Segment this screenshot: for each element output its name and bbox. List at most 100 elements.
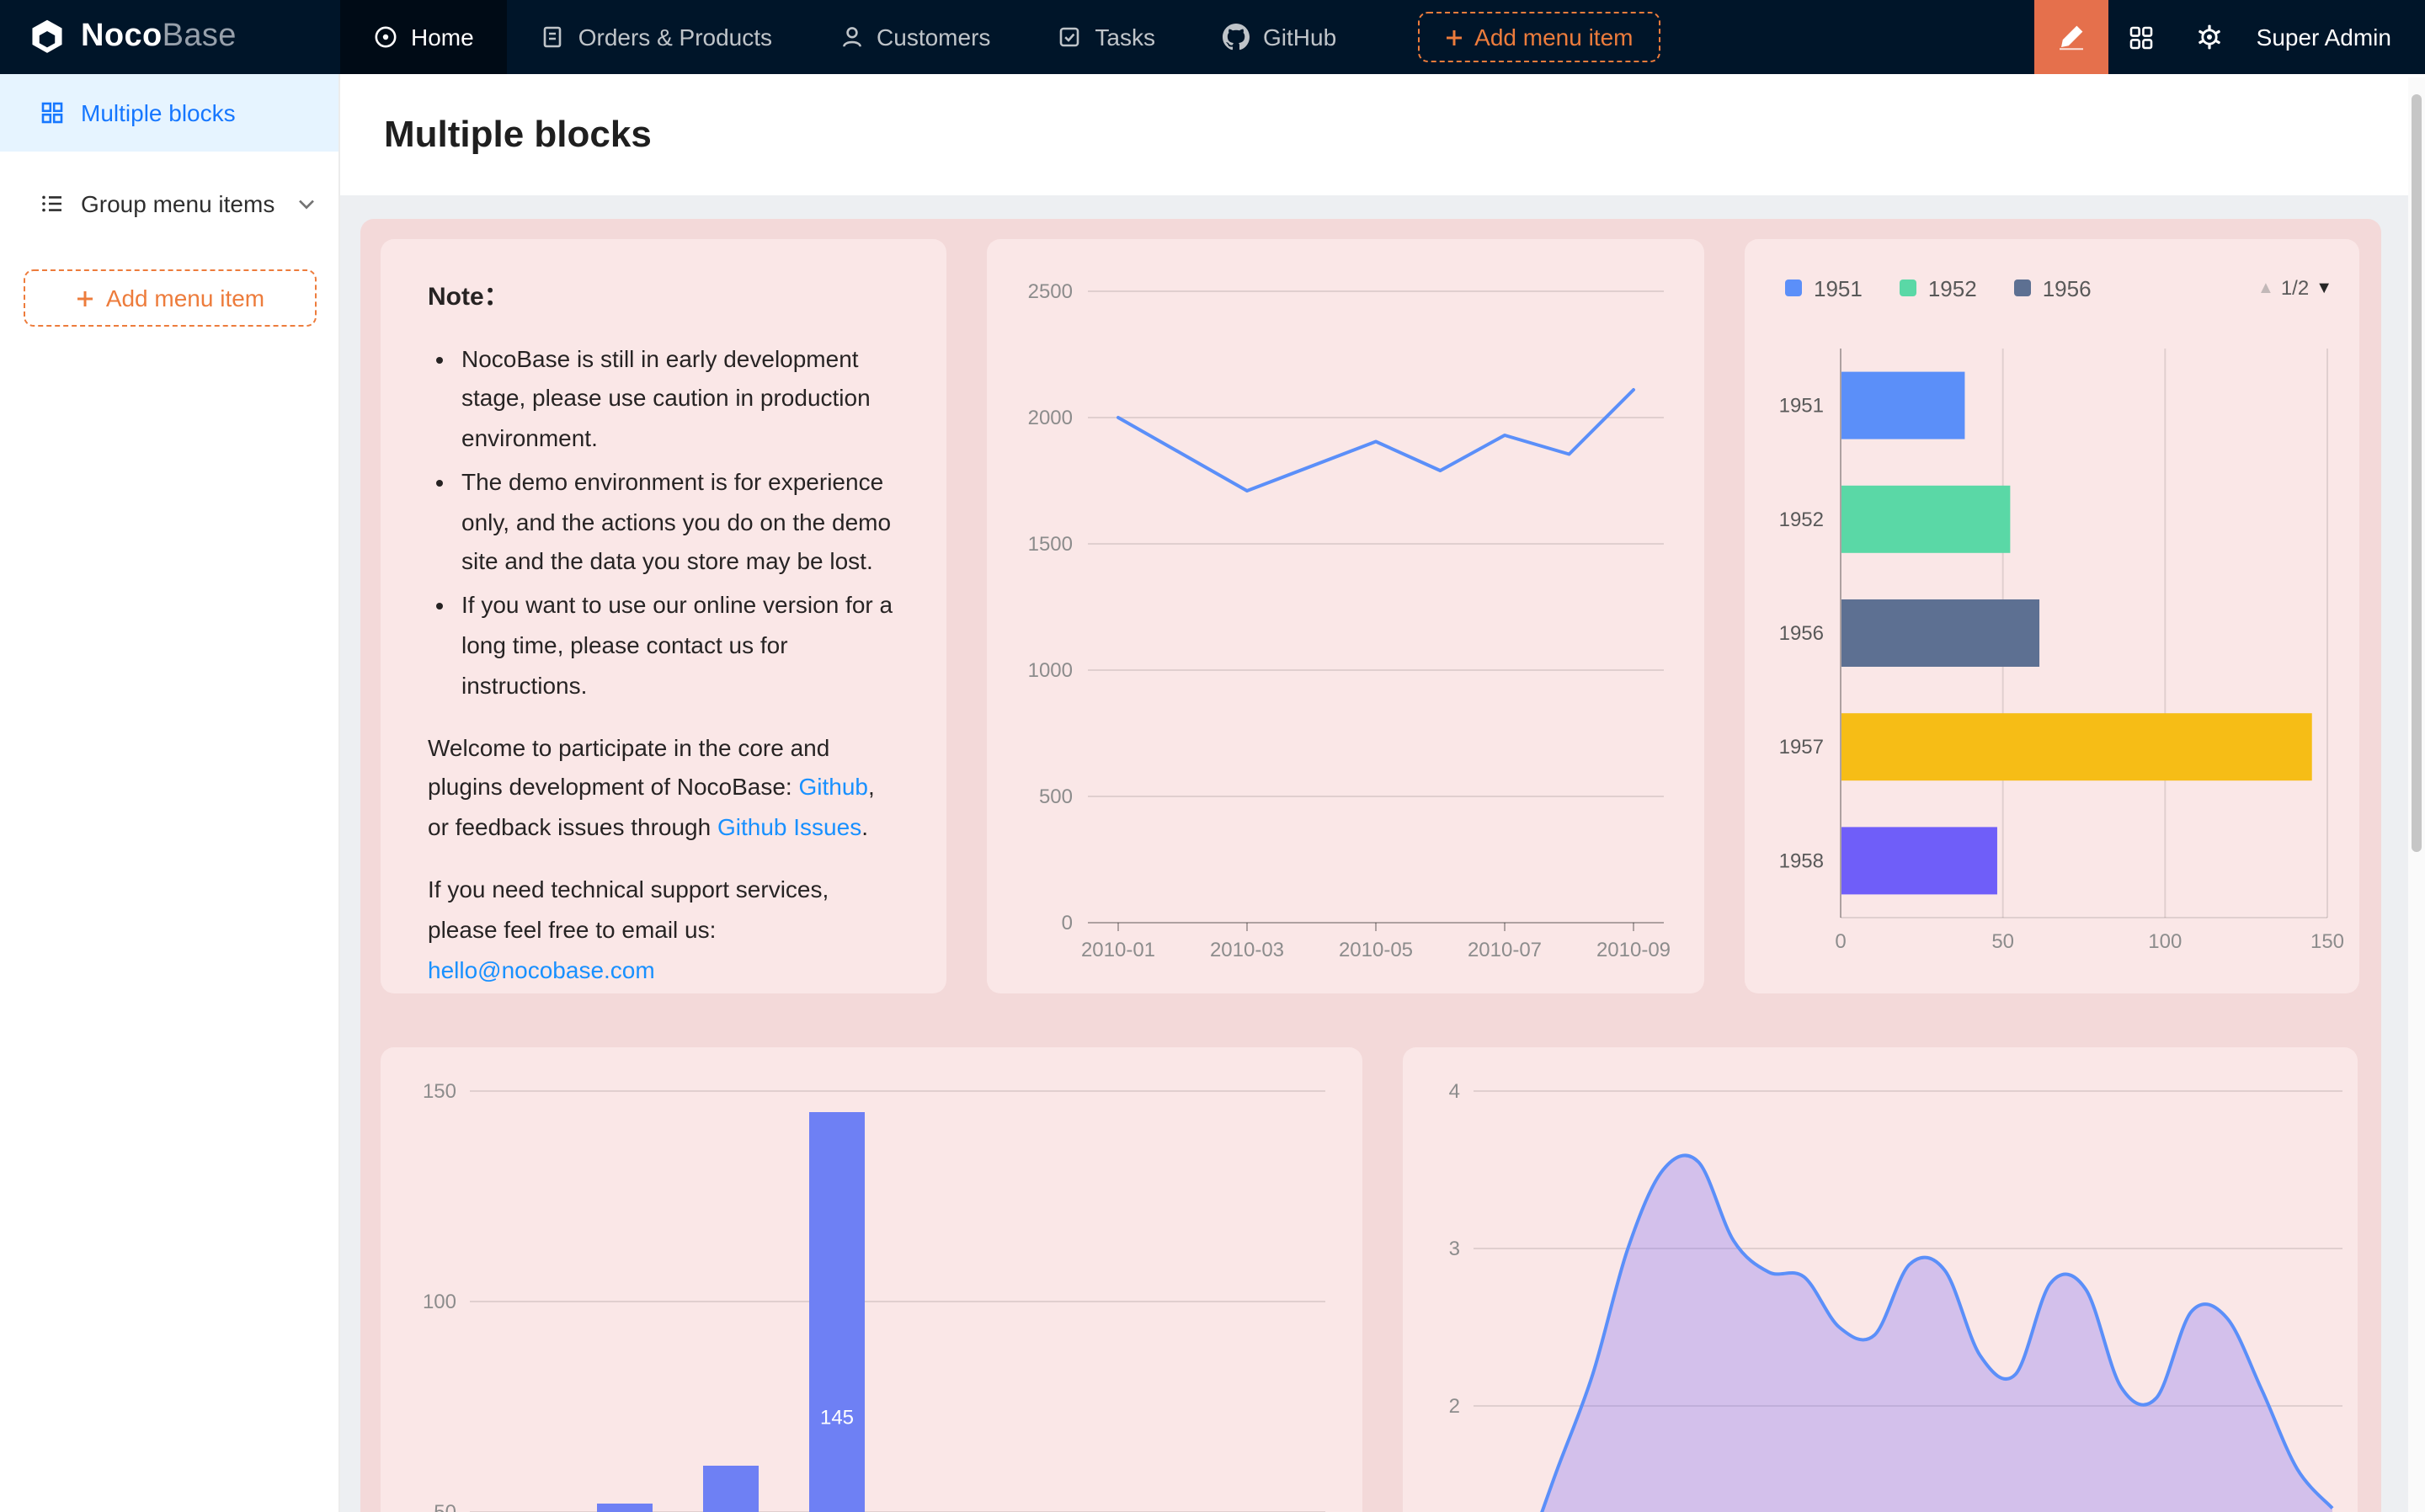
legend-swatch — [1785, 280, 1802, 296]
sidebar-item-group-menu-items[interactable]: Group menu items — [0, 165, 338, 242]
blocks-row-2: 50100150145 234 — [381, 1047, 2361, 1512]
svg-text:500: 500 — [1039, 785, 1073, 808]
app-title: NocoBase — [81, 19, 237, 56]
svg-text:150: 150 — [423, 1080, 456, 1103]
tasks-icon — [1058, 25, 1081, 49]
note-text: . — [861, 814, 868, 841]
legend-label: 1952 — [1928, 275, 1977, 301]
svg-text:1958: 1958 — [1779, 849, 1824, 872]
line-chart-block: 050010001500200025002010-012010-032010-0… — [987, 239, 1704, 993]
note-paragraph-2: If you need technical support services, … — [428, 870, 899, 991]
note-block: Note： NocoBase is still in early develop… — [381, 239, 946, 993]
plugin-manager-button[interactable] — [2108, 0, 2176, 74]
nav-item-orders-products[interactable]: Orders & Products — [508, 0, 806, 74]
add-menu-item-label: Add menu item — [106, 285, 264, 311]
gear-icon — [2196, 24, 2223, 51]
note-bullet: NocoBase is still in early development s… — [461, 339, 899, 460]
settings-button[interactable] — [2176, 0, 2243, 74]
hbar-chart-block: 195119521956▲1/2▼ 0501001501951195219561… — [1745, 239, 2359, 993]
svg-text:2010-09: 2010-09 — [1596, 939, 1671, 961]
legend-page-indicator: 1/2 — [2281, 276, 2309, 300]
svg-text:2010-07: 2010-07 — [1468, 939, 1542, 961]
github-issues-link[interactable]: Github Issues — [717, 814, 861, 841]
page-header: Multiple blocks — [340, 74, 2425, 195]
legend-page-up-icon[interactable]: ▲ — [2257, 279, 2274, 297]
page-scrollbar — [2408, 77, 2425, 1512]
svg-text:100: 100 — [2148, 930, 2182, 953]
blocks-row-1: Note： NocoBase is still in early develop… — [381, 239, 2361, 993]
current-user-menu[interactable]: Super Admin — [2243, 24, 2425, 51]
nav-item-label: Tasks — [1095, 24, 1155, 51]
sidebar-item-label: Multiple blocks — [81, 99, 236, 126]
svg-text:0: 0 — [1062, 912, 1073, 934]
nav-item-tasks[interactable]: Tasks — [1024, 0, 1189, 74]
legend-item[interactable]: 1951 — [1785, 275, 1863, 301]
note-text: Welcome to participate in the core and p… — [428, 733, 829, 801]
svg-text:2000: 2000 — [1028, 407, 1073, 429]
hbar-chart: 05010015019511952195619571958 — [1745, 313, 2359, 993]
chart-legend: 1951 1952 1956 ▲ 1/2 ▼ — [1745, 263, 2359, 313]
note-text: If you need technical support services, … — [428, 876, 829, 943]
area-chart-block: 234 — [1403, 1047, 2358, 1512]
add-menu-item-button-top[interactable]: Add menu item — [1417, 12, 1660, 62]
area-chart: 234 — [1403, 1047, 2358, 1512]
navbar-right-actions: Super Admin — [2034, 0, 2425, 74]
svg-text:2010-05: 2010-05 — [1339, 939, 1413, 961]
bar-chart-block: 50100150145 — [381, 1047, 1362, 1512]
legend-swatch — [1900, 280, 1916, 296]
svg-text:2500: 2500 — [1028, 280, 1073, 303]
note-bullet-list: NocoBase is still in early development s… — [428, 339, 899, 706]
nav-item-label: GitHub — [1263, 24, 1336, 51]
svg-text:50: 50 — [1991, 930, 2014, 953]
svg-text:4: 4 — [1449, 1080, 1460, 1103]
nav-item-github[interactable]: GitHub — [1189, 0, 1370, 74]
svg-text:1500: 1500 — [1028, 533, 1073, 556]
app-logo[interactable]: NocoBase — [0, 0, 340, 74]
svg-text:1000: 1000 — [1028, 659, 1073, 682]
note-title: Note： — [428, 276, 899, 319]
github-link[interactable]: Github — [799, 774, 869, 801]
legend-pager: ▲ 1/2 ▼ — [2257, 276, 2332, 300]
scrollbar-thumb[interactable] — [2412, 94, 2422, 852]
github-icon — [1223, 24, 1250, 51]
legend-label: 1956 — [2043, 275, 2092, 301]
grid-icon — [2129, 24, 2155, 50]
nav-item-customers[interactable]: Customers — [806, 0, 1024, 74]
main-menu: Home Orders & Products Customers Tasks — [340, 0, 1660, 74]
plus-icon — [1444, 28, 1463, 46]
nav-item-home[interactable]: Home — [340, 0, 508, 74]
plus-icon — [76, 289, 94, 307]
legend-item[interactable]: 1956 — [2014, 275, 2092, 301]
bar-chart: 50100150145 — [381, 1047, 1362, 1512]
svg-text:1951: 1951 — [1779, 395, 1824, 418]
home-icon — [374, 25, 397, 49]
blocks-canvas: Note： NocoBase is still in early develop… — [360, 219, 2381, 1512]
blocks-grid-icon — [40, 101, 64, 125]
sidebar: Multiple blocks Group menu items Add men… — [0, 74, 340, 1512]
nav-item-label: Customers — [877, 24, 990, 51]
svg-text:1957: 1957 — [1779, 736, 1824, 759]
svg-text:100: 100 — [423, 1291, 456, 1313]
svg-text:1952: 1952 — [1779, 508, 1824, 531]
email-link[interactable]: hello@nocobase.com — [428, 956, 655, 982]
line-chart: 050010001500200025002010-012010-032010-0… — [987, 239, 1704, 993]
svg-text:2010-03: 2010-03 — [1210, 939, 1284, 961]
legend-item[interactable]: 1952 — [1900, 275, 1977, 301]
legend-swatch — [2014, 280, 2031, 296]
svg-text:150: 150 — [2310, 930, 2344, 953]
note-bullet: If you want to use our online version fo… — [461, 587, 899, 707]
nocobase-logo-icon — [27, 17, 67, 57]
add-menu-item-button-side[interactable]: Add menu item — [24, 269, 317, 327]
nav-item-label: Home — [411, 24, 474, 51]
page-title: Multiple blocks — [384, 113, 652, 157]
top-navbar: NocoBase Home Orders & Products Customer… — [0, 0, 2425, 74]
sidebar-item-multiple-blocks[interactable]: Multiple blocks — [0, 74, 338, 152]
ui-editor-button[interactable] — [2034, 0, 2108, 74]
nav-item-label: Orders & Products — [578, 24, 772, 51]
svg-text:3: 3 — [1449, 1238, 1460, 1260]
main-area: Multiple blocks Note： NocoBase is still … — [340, 74, 2425, 1512]
add-menu-item-label: Add menu item — [1474, 24, 1633, 51]
legend-page-down-icon[interactable]: ▼ — [2316, 279, 2332, 297]
orders-icon — [541, 25, 565, 49]
app-root: NocoBase Home Orders & Products Customer… — [0, 0, 2425, 1512]
